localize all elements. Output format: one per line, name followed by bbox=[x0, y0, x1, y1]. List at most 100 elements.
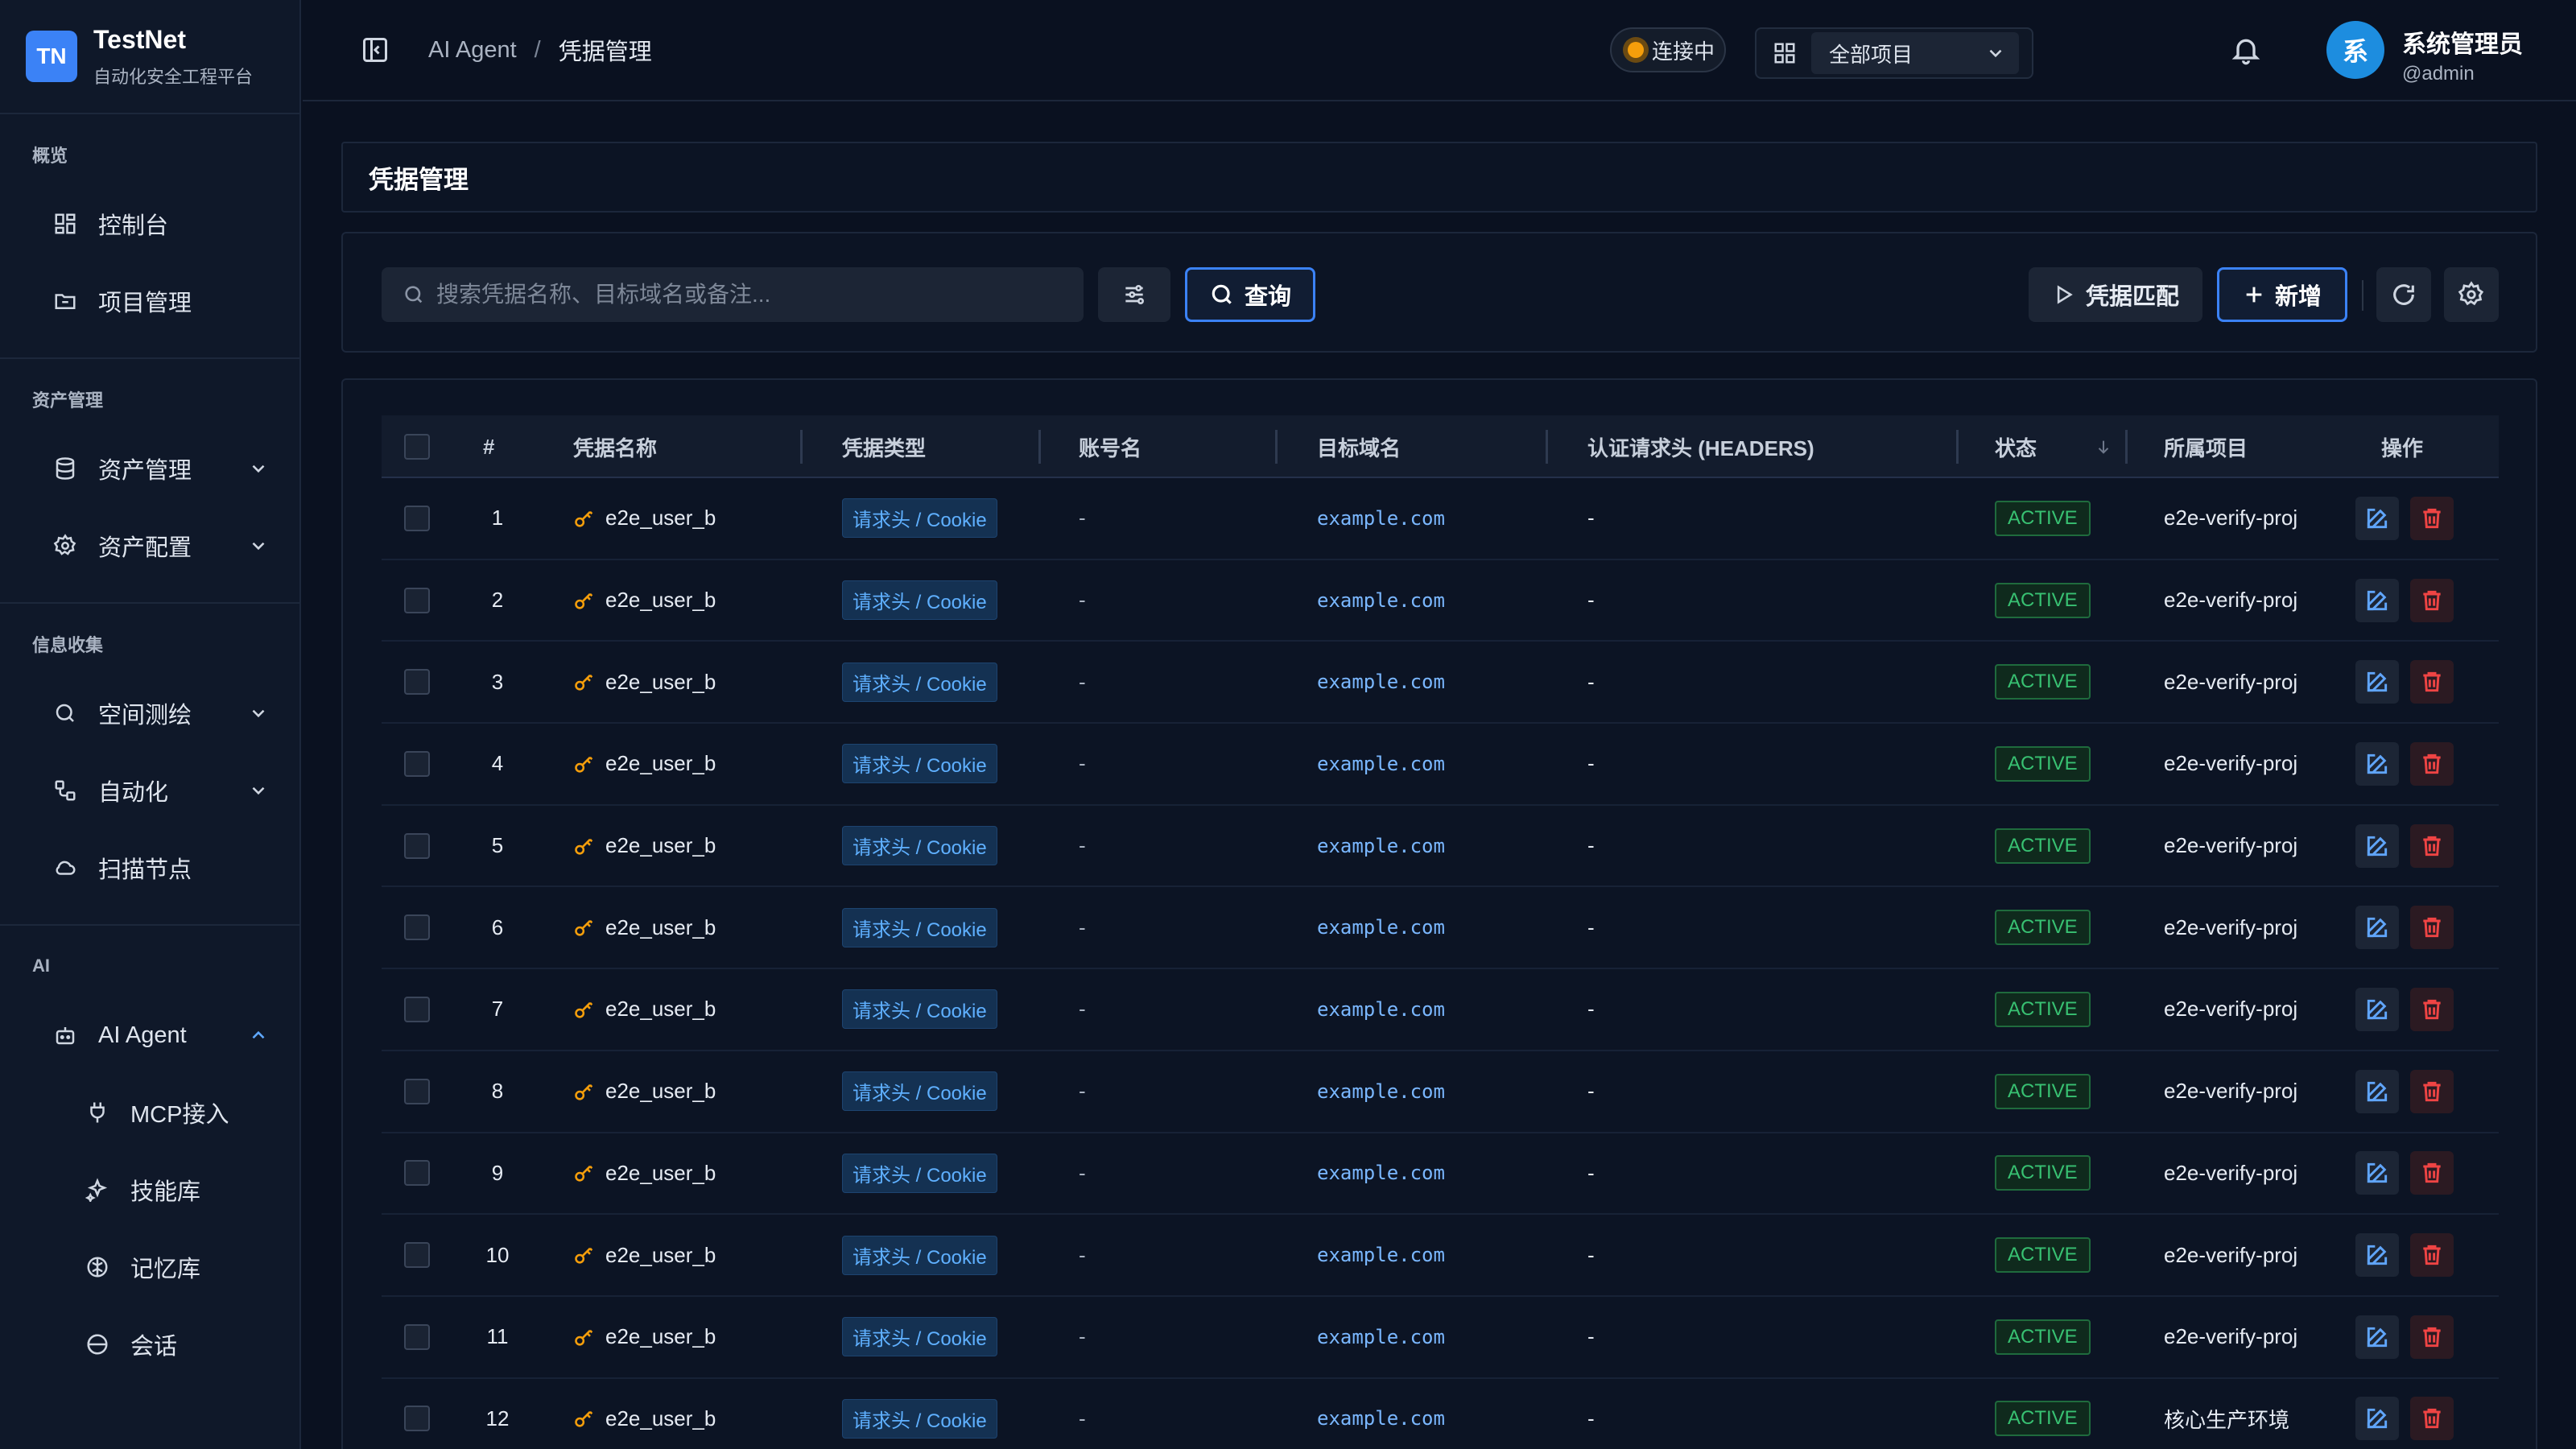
select-all-checkbox[interactable] bbox=[404, 434, 430, 460]
col-header-type[interactable]: 凭据类型 bbox=[842, 415, 926, 478]
table-row[interactable]: 12 e2e_user_b 请求头 / Cookie - example.com… bbox=[382, 1379, 2499, 1449]
column-resizer[interactable] bbox=[1275, 430, 1278, 464]
delete-button[interactable] bbox=[2410, 987, 2454, 1031]
avatar[interactable]: 系 bbox=[2326, 21, 2384, 79]
target-domain[interactable]: example.com bbox=[1317, 1215, 1445, 1295]
sidebar-toggle-button[interactable] bbox=[359, 34, 391, 66]
col-header-domain[interactable]: 目标域名 bbox=[1317, 415, 1401, 478]
table-row[interactable]: 4 e2e_user_b 请求头 / Cookie - example.com … bbox=[382, 724, 2499, 806]
row-checkbox[interactable] bbox=[404, 505, 430, 531]
connection-status[interactable]: 连接中 bbox=[1610, 27, 1726, 72]
brand[interactable]: TN TestNet 自动化安全工程平台 bbox=[0, 0, 299, 113]
delete-button[interactable] bbox=[2410, 578, 2454, 622]
row-checkbox[interactable] bbox=[404, 832, 430, 859]
sidebar-item-memory[interactable]: 记忆库 bbox=[0, 1228, 299, 1306]
delete-button[interactable] bbox=[2410, 1233, 2454, 1278]
column-resizer[interactable] bbox=[1038, 430, 1041, 464]
notifications-button[interactable] bbox=[2230, 34, 2262, 66]
target-domain[interactable]: example.com bbox=[1317, 887, 1445, 968]
sidebar-item-space-mapping[interactable]: 空间测绘 bbox=[0, 675, 299, 752]
search-input[interactable] bbox=[436, 282, 1064, 308]
table-row[interactable]: 9 e2e_user_b 请求头 / Cookie - example.com … bbox=[382, 1133, 2499, 1216]
edit-button[interactable] bbox=[2355, 824, 2399, 868]
edit-button[interactable] bbox=[2355, 496, 2399, 540]
row-checkbox[interactable] bbox=[404, 750, 430, 777]
credential-name[interactable]: e2e_user_b bbox=[605, 1161, 716, 1186]
target-domain[interactable]: example.com bbox=[1317, 724, 1445, 804]
breadcrumb-item-ai-agent[interactable]: AI Agent bbox=[428, 37, 517, 64]
sidebar-item-automation[interactable]: 自动化 bbox=[0, 752, 299, 829]
search-box[interactable] bbox=[382, 267, 1084, 322]
row-checkbox[interactable] bbox=[404, 996, 430, 1022]
credential-name[interactable]: e2e_user_b bbox=[605, 1079, 716, 1104]
credential-name[interactable]: e2e_user_b bbox=[605, 1243, 716, 1268]
sidebar-item-asset-management[interactable]: 资产管理 bbox=[0, 430, 299, 507]
sort-down-icon[interactable] bbox=[2095, 436, 2112, 457]
credential-name[interactable]: e2e_user_b bbox=[605, 588, 716, 613]
table-row[interactable]: 8 e2e_user_b 请求头 / Cookie - example.com … bbox=[382, 1051, 2499, 1133]
filter-button[interactable] bbox=[1098, 267, 1170, 322]
target-domain[interactable]: example.com bbox=[1317, 560, 1445, 641]
delete-button[interactable] bbox=[2410, 824, 2454, 868]
column-resizer[interactable] bbox=[1546, 430, 1548, 464]
table-row[interactable]: 6 e2e_user_b 请求头 / Cookie - example.com … bbox=[382, 887, 2499, 970]
sidebar-item-sessions[interactable]: 会话 bbox=[0, 1306, 299, 1383]
delete-button[interactable] bbox=[2410, 1315, 2454, 1359]
sidebar-item-projects[interactable]: 项目管理 bbox=[0, 262, 299, 340]
sidebar-item-ai-agent[interactable]: AI Agent bbox=[0, 997, 299, 1074]
edit-button[interactable] bbox=[2355, 987, 2399, 1031]
credential-name[interactable]: e2e_user_b bbox=[605, 670, 716, 695]
row-checkbox[interactable] bbox=[404, 1242, 430, 1269]
delete-button[interactable] bbox=[2410, 1069, 2454, 1113]
table-row[interactable]: 2 e2e_user_b 请求头 / Cookie - example.com … bbox=[382, 560, 2499, 642]
user-info[interactable]: 系统管理员 @admin bbox=[2402, 24, 2523, 85]
add-button[interactable]: 新增 bbox=[2217, 267, 2347, 322]
column-resizer[interactable] bbox=[2125, 430, 2128, 464]
delete-button[interactable] bbox=[2410, 1151, 2454, 1195]
table-row[interactable]: 5 e2e_user_b 请求头 / Cookie - example.com … bbox=[382, 806, 2499, 888]
column-resizer[interactable] bbox=[1956, 430, 1959, 464]
credential-name[interactable]: e2e_user_b bbox=[605, 1324, 716, 1349]
col-header-account[interactable]: 账号名 bbox=[1079, 415, 1141, 478]
target-domain[interactable]: example.com bbox=[1317, 478, 1445, 559]
col-header-headers[interactable]: 认证请求头 (HEADERS) bbox=[1587, 415, 1814, 478]
column-resizer[interactable] bbox=[800, 430, 803, 464]
target-domain[interactable]: example.com bbox=[1317, 1379, 1445, 1449]
credential-name[interactable]: e2e_user_b bbox=[605, 997, 716, 1022]
target-domain[interactable]: example.com bbox=[1317, 1051, 1445, 1132]
table-row[interactable]: 10 e2e_user_b 请求头 / Cookie - example.com… bbox=[382, 1215, 2499, 1297]
table-row[interactable]: 1 e2e_user_b 请求头 / Cookie - example.com … bbox=[382, 478, 2499, 560]
delete-button[interactable] bbox=[2410, 660, 2454, 704]
target-domain[interactable]: example.com bbox=[1317, 969, 1445, 1050]
delete-button[interactable] bbox=[2410, 1397, 2454, 1441]
sidebar-item-console[interactable]: 控制台 bbox=[0, 185, 299, 262]
query-button[interactable]: 查询 bbox=[1185, 267, 1315, 322]
edit-button[interactable] bbox=[2355, 906, 2399, 950]
sidebar-item-asset-config[interactable]: 资产配置 bbox=[0, 507, 299, 584]
edit-button[interactable] bbox=[2355, 578, 2399, 622]
edit-button[interactable] bbox=[2355, 1315, 2399, 1359]
target-domain[interactable]: example.com bbox=[1317, 806, 1445, 886]
target-domain[interactable]: example.com bbox=[1317, 642, 1445, 722]
edit-button[interactable] bbox=[2355, 1397, 2399, 1441]
project-select[interactable]: 全部项目 bbox=[1755, 27, 2033, 79]
target-domain[interactable]: example.com bbox=[1317, 1133, 1445, 1214]
column-settings-button[interactable] bbox=[2444, 267, 2499, 322]
sidebar-item-mcp[interactable]: MCP接入 bbox=[0, 1074, 299, 1151]
delete-button[interactable] bbox=[2410, 741, 2454, 786]
row-checkbox[interactable] bbox=[404, 1323, 430, 1350]
row-checkbox[interactable] bbox=[404, 1406, 430, 1432]
row-checkbox[interactable] bbox=[404, 1078, 430, 1104]
edit-button[interactable] bbox=[2355, 741, 2399, 786]
sidebar-item-skills[interactable]: 技能库 bbox=[0, 1151, 299, 1228]
delete-button[interactable] bbox=[2410, 496, 2454, 540]
edit-button[interactable] bbox=[2355, 1151, 2399, 1195]
credential-match-button[interactable]: 凭据匹配 bbox=[2029, 267, 2202, 322]
sidebar-item-scan-nodes[interactable]: 扫描节点 bbox=[0, 829, 299, 906]
credential-name[interactable]: e2e_user_b bbox=[605, 506, 716, 530]
table-row[interactable]: 7 e2e_user_b 请求头 / Cookie - example.com … bbox=[382, 969, 2499, 1051]
row-checkbox[interactable] bbox=[404, 587, 430, 613]
target-domain[interactable]: example.com bbox=[1317, 1297, 1445, 1377]
edit-button[interactable] bbox=[2355, 1233, 2399, 1278]
col-header-project[interactable]: 所属项目 bbox=[2164, 415, 2248, 478]
